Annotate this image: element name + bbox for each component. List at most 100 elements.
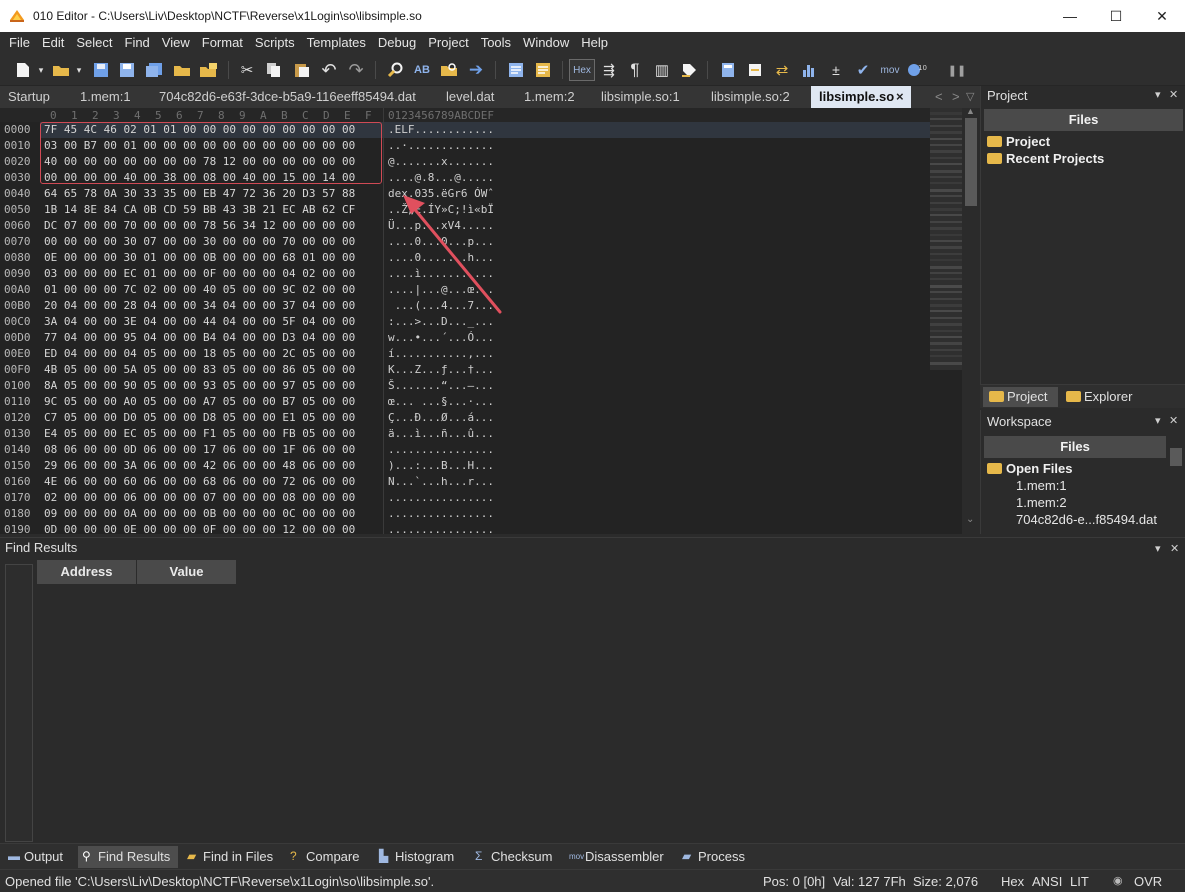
open-folder-icon[interactable] <box>50 59 72 81</box>
tab-libsimple-so-2[interactable]: libsimple.so:2 <box>711 86 790 108</box>
disassembler-toolbar-icon[interactable]: mov <box>878 59 902 81</box>
maximize-button[interactable]: ☐ <box>1093 0 1139 32</box>
tab-level-dat[interactable]: level.dat <box>446 86 494 108</box>
panel-menu-icon[interactable]: ▾ <box>1155 414 1161 427</box>
row-hex-bytes[interactable]: 1B 14 8E 84 CA 0B CD 59 BB 43 3B 21 EC A… <box>44 202 355 218</box>
tab-output[interactable]: ▬ Output <box>4 846 76 868</box>
hex-row[interactable]: 00B0 20 04 00 00 28 04 00 00 34 04 00 00 … <box>0 298 930 314</box>
row-hex-bytes[interactable]: 29 06 00 00 3A 06 00 00 42 06 00 00 48 0… <box>44 458 355 474</box>
hex-minimap[interactable] <box>930 108 962 370</box>
panel-menu-icon[interactable]: ▾ <box>1155 542 1161 555</box>
copy-icon[interactable] <box>263 59 285 81</box>
row-hex-bytes[interactable]: 03 00 00 00 EC 01 00 00 0F 00 00 00 04 0… <box>44 266 355 282</box>
row-ascii[interactable]: Ç...Ð...Ø...á... <box>388 410 494 426</box>
tab-find-in-files[interactable]: ▰ Find in Files <box>183 846 273 868</box>
menu-help[interactable]: Help <box>575 32 614 54</box>
tree-item-project[interactable]: Project <box>987 133 1050 150</box>
scroll-up-icon[interactable]: ▲ <box>966 106 975 116</box>
compare-toolbar-icon[interactable]: ⇄ <box>771 59 793 81</box>
run-script-icon[interactable] <box>532 59 554 81</box>
row-ascii[interactable]: Š.......“...—... <box>388 378 494 394</box>
status-mode[interactable]: Hex <box>1001 870 1024 892</box>
calculator-icon[interactable] <box>717 59 739 81</box>
hex-row[interactable]: 0100 8A 05 00 00 90 05 00 00 93 05 00 00 … <box>0 378 930 394</box>
row-ascii[interactable]: @.......x....... <box>388 154 494 170</box>
row-ascii[interactable]: ...(...4...7... <box>388 298 494 314</box>
row-ascii[interactable]: ..·............. <box>388 138 494 154</box>
row-hex-bytes[interactable]: 0E 00 00 00 30 01 00 00 0B 00 00 00 68 0… <box>44 250 355 266</box>
hex-row[interactable]: 00E0 ED 04 00 00 04 05 00 00 18 05 00 00 … <box>0 346 930 362</box>
close-button[interactable]: ✕ <box>1139 0 1185 32</box>
row-hex-bytes[interactable]: 02 00 00 00 06 00 00 00 07 00 00 00 08 0… <box>44 490 355 506</box>
cut-icon[interactable]: ✂ <box>236 59 258 81</box>
hex-row[interactable]: 0090 03 00 00 00 EC 01 00 00 0F 00 00 00 … <box>0 266 930 282</box>
scrollbar-thumb[interactable] <box>1170 448 1182 466</box>
open-dropdown-icon[interactable]: ▾ <box>72 59 86 81</box>
hex-row[interactable]: 0040 64 65 78 0A 30 33 35 00 EB 47 72 36 … <box>0 186 930 202</box>
row-hex-bytes[interactable]: 4E 06 00 00 60 06 00 00 68 06 00 00 72 0… <box>44 474 355 490</box>
row-ascii[interactable]: )...:...B...H... <box>388 458 494 474</box>
column-header-address[interactable]: Address <box>37 560 136 584</box>
row-ascii[interactable]: ä...ì...ñ...û... <box>388 426 494 442</box>
hex-row[interactable]: 0080 0E 00 00 00 30 01 00 00 0B 00 00 00 … <box>0 250 930 266</box>
goto-icon[interactable]: ➔ <box>465 59 487 81</box>
row-hex-bytes[interactable]: 00 00 00 00 30 07 00 00 30 00 00 00 70 0… <box>44 234 355 250</box>
hex-mode-toggle[interactable]: Hex <box>569 59 595 81</box>
hex-row[interactable]: 00D0 77 04 00 00 95 04 00 00 B4 04 00 00 … <box>0 330 930 346</box>
show-linefeeds-icon[interactable]: ¶ <box>624 59 646 81</box>
hex-row[interactable]: 0170 02 00 00 00 06 00 00 00 07 00 00 00 … <box>0 490 930 506</box>
row-hex-bytes[interactable]: 64 65 78 0A 30 33 35 00 EB 47 72 36 20 D… <box>44 186 355 202</box>
row-ascii[interactable]: ................ <box>388 522 494 534</box>
tree-item-recent-projects[interactable]: Recent Projects <box>987 150 1104 167</box>
tab-next-icon[interactable]: > <box>952 86 960 108</box>
row-ascii[interactable]: .ELF............ <box>388 122 494 138</box>
row-ascii[interactable]: ....@.8...@..... <box>388 170 494 186</box>
process-toolbar-icon[interactable]: 10 <box>906 59 928 81</box>
menu-find[interactable]: Find <box>119 32 156 54</box>
tab-list-icon[interactable]: ▽ <box>966 86 974 108</box>
row-hex-bytes[interactable]: DC 07 00 00 70 00 00 00 78 56 34 12 00 0… <box>44 218 355 234</box>
panel-close-icon[interactable]: ✕ <box>1170 542 1179 555</box>
paste-icon[interactable] <box>291 59 313 81</box>
status-endian[interactable]: LIT <box>1070 870 1089 892</box>
row-hex-bytes[interactable]: 20 04 00 00 28 04 00 00 34 04 00 00 37 0… <box>44 298 355 314</box>
panel-close-icon[interactable]: ✕ <box>1169 88 1178 101</box>
row-ascii[interactable]: í...........,... <box>388 346 494 362</box>
tab-libsimple-so-active[interactable]: libsimple.so × <box>811 86 911 108</box>
status-insert-mode[interactable]: OVR <box>1134 870 1162 892</box>
menu-scripts[interactable]: Scripts <box>249 32 301 54</box>
panel-close-icon[interactable]: ✕ <box>1169 414 1178 427</box>
tab-project[interactable]: Project <box>983 387 1058 407</box>
open-file-item[interactable]: 1.mem:1 <box>1016 477 1067 494</box>
row-hex-bytes[interactable]: 3A 04 00 00 3E 04 00 00 44 04 00 00 5F 0… <box>44 314 355 330</box>
run-template-icon[interactable] <box>505 59 527 81</box>
row-ascii[interactable]: N...`...h...r... <box>388 474 494 490</box>
tab-disassembler[interactable]: mov Disassembler <box>565 846 664 868</box>
text-mode-icon[interactable]: ⇶ <box>598 59 620 81</box>
row-ascii[interactable]: :...>...D..._... <box>388 314 494 330</box>
tab-startup[interactable]: Startup <box>8 86 50 108</box>
tab-704c82d6-dat[interactable]: 704c82d6-e63f-3dce-b5a9-116eeff85494.dat <box>159 86 416 108</box>
find-icon[interactable] <box>384 59 406 81</box>
column-header-value[interactable]: Value <box>137 560 236 584</box>
tab-close-icon[interactable]: × <box>896 86 904 108</box>
tab-1-mem-1[interactable]: 1.mem:1 <box>80 86 131 108</box>
new-file-icon[interactable] <box>12 59 34 81</box>
hex-row[interactable]: 0140 08 06 00 00 0D 06 00 00 17 06 00 00 … <box>0 442 930 458</box>
row-ascii[interactable]: ................ <box>388 442 494 458</box>
row-ascii[interactable]: ................ <box>388 490 494 506</box>
row-hex-bytes[interactable]: 77 04 00 00 95 04 00 00 B4 04 00 00 D3 0… <box>44 330 355 346</box>
checksum-toolbar-icon[interactable]: ± <box>825 59 847 81</box>
menu-tools[interactable]: Tools <box>475 32 517 54</box>
menu-window[interactable]: Window <box>517 32 575 54</box>
row-ascii[interactable]: ................ <box>388 506 494 522</box>
hex-row[interactable]: 0110 9C 05 00 00 A0 05 00 00 A7 05 00 00 … <box>0 394 930 410</box>
hex-row[interactable]: 0060 DC 07 00 00 70 00 00 00 78 56 34 12 … <box>0 218 930 234</box>
row-ascii[interactable]: ....0.......h... <box>388 250 494 266</box>
open-file-item[interactable]: 704c82d6-e...f85494.dat <box>1016 511 1157 528</box>
row-hex-bytes[interactable]: 08 06 00 00 0D 06 00 00 17 06 00 00 1F 0… <box>44 442 355 458</box>
checkmark-icon[interactable]: ✔ <box>852 59 874 81</box>
save-project-icon[interactable] <box>198 59 220 81</box>
hex-row[interactable]: 00A0 01 00 00 00 7C 02 00 00 40 05 00 00 … <box>0 282 930 298</box>
row-hex-bytes[interactable]: E4 05 00 00 EC 05 00 00 F1 05 00 00 FB 0… <box>44 426 355 442</box>
